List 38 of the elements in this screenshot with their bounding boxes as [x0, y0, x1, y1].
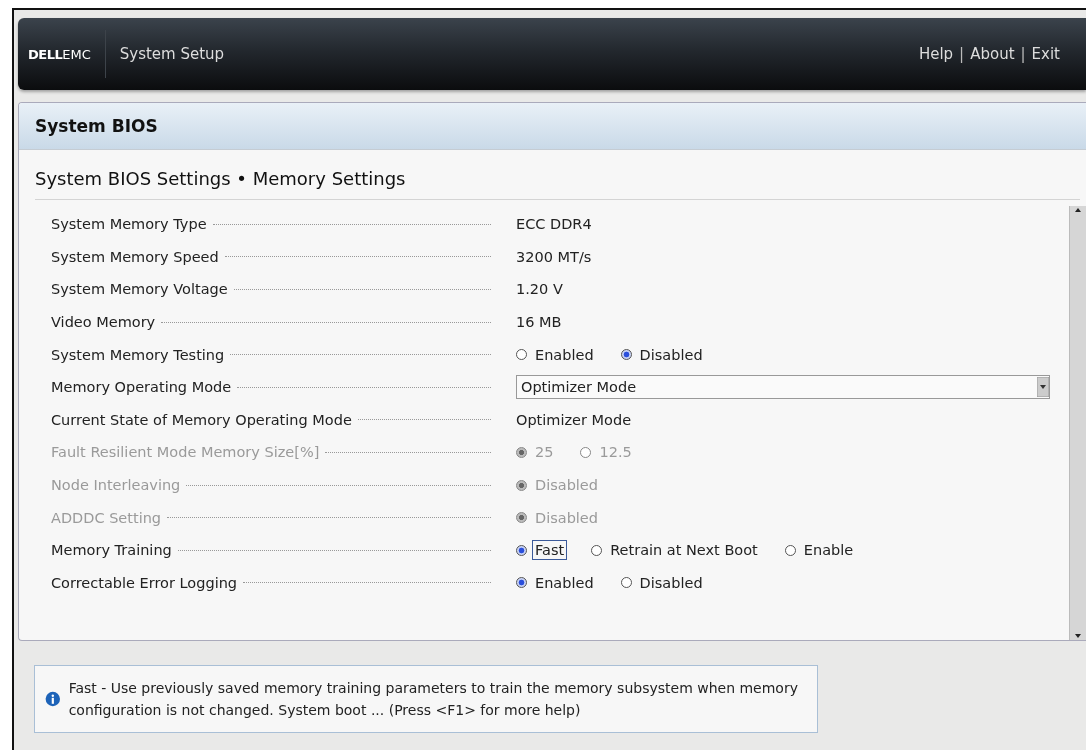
radio-option[interactable]: Enable [784, 540, 857, 561]
setting-label: Video Memory [51, 314, 156, 331]
setting-label: Fault Resilient Mode Memory Size[%] [51, 444, 320, 461]
mode-dropdown[interactable]: Optimizer Mode [516, 375, 1050, 400]
setting-value: Optimizer Mode [516, 411, 632, 428]
setting-label: System Memory Speed [51, 248, 219, 265]
setting-value: 3200 MT/s [516, 248, 592, 265]
setting-value: 16 MB [516, 314, 562, 331]
setting-value: ECC DDR4 [516, 216, 592, 233]
radio-option[interactable]: Disabled [620, 344, 706, 365]
up-arrow-icon[interactable] [1074, 206, 1082, 214]
setting-label: System Memory Testing [51, 346, 225, 363]
setting-label: System Memory Type [51, 216, 207, 233]
setting-label: ADDDC Setting [51, 509, 162, 526]
separator: | [959, 45, 965, 63]
caret-icon [1037, 377, 1049, 398]
setting-label: System Memory Voltage [51, 281, 228, 298]
setting-value: 1.20 V [516, 281, 563, 298]
scrollbar[interactable] [1069, 206, 1086, 640]
breadcrumb: System BIOS Settings • Memory Settings [35, 168, 1080, 200]
radio-option[interactable]: Retrain at Next Boot [591, 540, 761, 561]
setting-label: Correctable Error Logging [51, 574, 238, 591]
app-title: System Setup [119, 45, 225, 63]
header-link[interactable]: Help [918, 45, 954, 63]
header-link[interactable]: Exit [1031, 45, 1060, 63]
radio-option[interactable]: Enabled [516, 572, 597, 593]
setting-label: Node Interleaving [51, 477, 181, 494]
separator: | [1020, 45, 1026, 63]
setting-label: Memory Operating Mode [51, 379, 232, 396]
setting-label: Current State of Memory Operating Mode [51, 411, 352, 428]
help-text: Fast - Use previously saved memory training parameters to train the memory subsystem when memory configuration is not changed. System boot ... (Press <F1> for more help) [68, 679, 799, 720]
setting-label: Memory Training [51, 542, 172, 559]
down-arrow-icon[interactable] [1074, 632, 1082, 640]
logo: DELLEMC [28, 30, 106, 78]
radio-option[interactable]: Disabled [620, 572, 706, 593]
radio-option[interactable]: Enabled [516, 344, 597, 365]
header-link[interactable]: About [970, 45, 1015, 63]
panel-title: System BIOS [19, 103, 1086, 150]
